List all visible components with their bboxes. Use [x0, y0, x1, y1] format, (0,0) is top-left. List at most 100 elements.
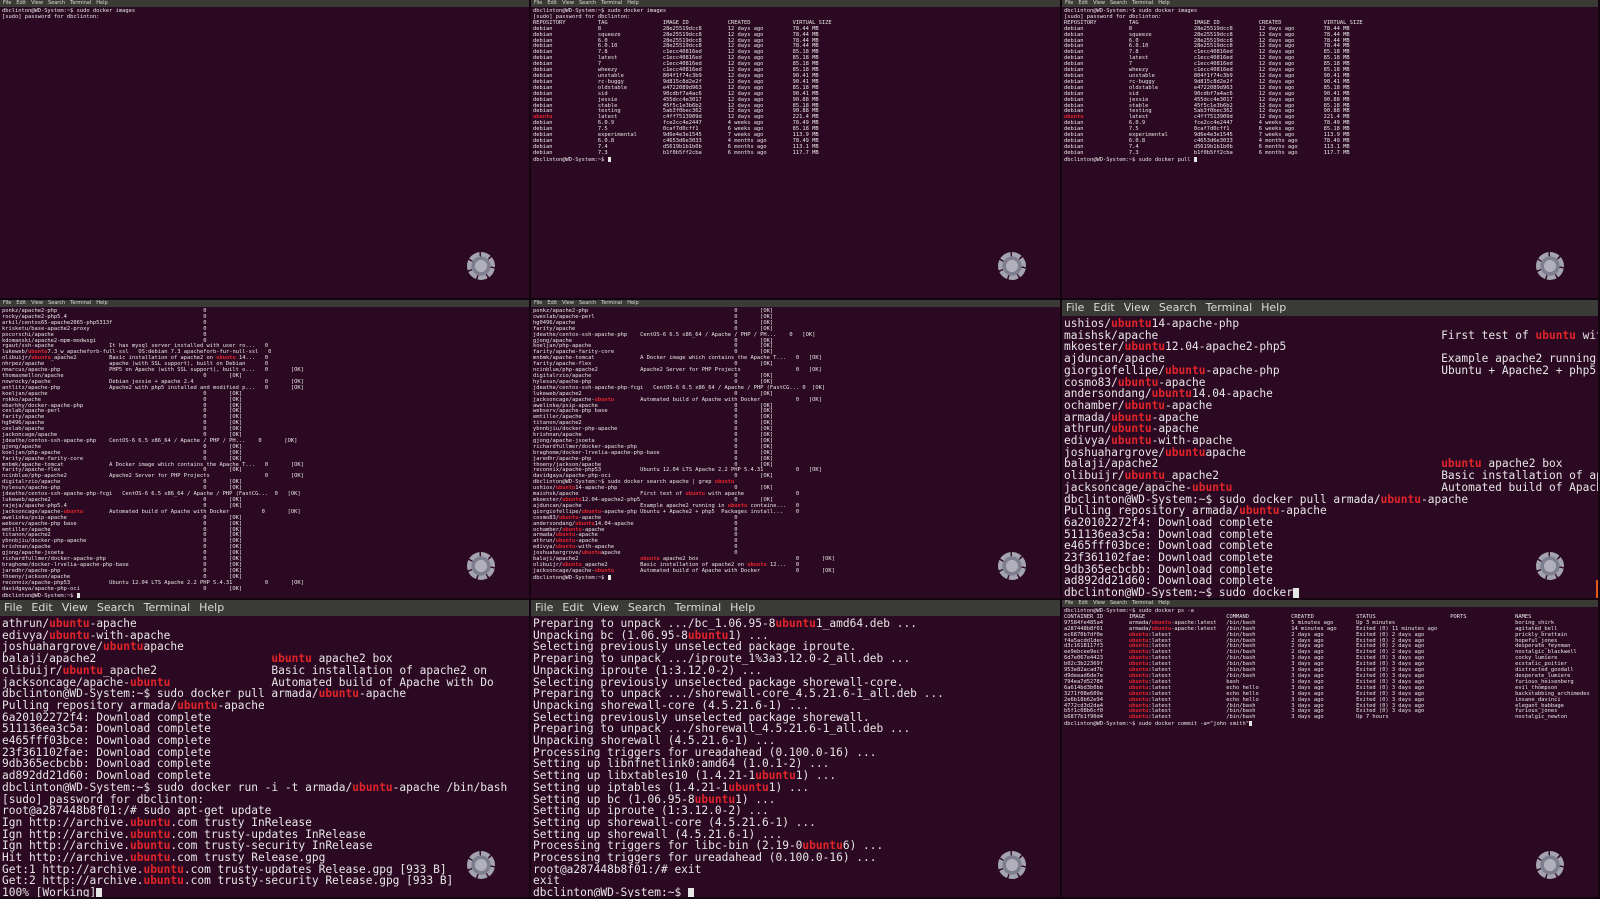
menu-help[interactable]: Help — [199, 600, 224, 616]
menu-file[interactable]: File — [1066, 300, 1084, 316]
menu-file[interactable]: File — [1065, 0, 1073, 7]
terminal-window-5[interactable]: File Edit View Search Terminal Help ponkz/apac… — [531, 300, 1062, 600]
terminal-window-8[interactable]: File Edit View Search Terminal Help Preparing … — [531, 600, 1062, 899]
terminal-window-2[interactable]: File Edit View Search Terminal Help dbclinton@… — [531, 0, 1062, 300]
terminal-output[interactable]: dbclinton@WD-System:~$ sudo docker ps -a… — [1062, 607, 1598, 728]
menu-file[interactable]: File — [534, 0, 542, 7]
ubuntu-flower-logo-icon — [1536, 851, 1564, 879]
menu-help[interactable]: Help — [627, 0, 638, 7]
menu-terminal[interactable]: Terminal — [601, 300, 622, 307]
menu-help[interactable]: Help — [96, 0, 107, 7]
terminal-line: dbclinton@WD-System:~$ — [2, 592, 527, 598]
menu-terminal[interactable]: Terminal — [144, 600, 191, 616]
menu-edit[interactable]: Edit — [547, 0, 557, 7]
terminal-line: 23f361102fae: Download complete — [1064, 551, 1273, 565]
terminal-line: Pulling repository armada/ubuntu-apache — [2, 698, 265, 712]
terminal-output[interactable]: dbclinton@WD-System:~$ sudo docker image… — [0, 7, 529, 21]
menu-file[interactable]: File — [1065, 600, 1073, 607]
menu-edit[interactable]: Edit — [31, 600, 52, 616]
menu-edit[interactable]: Edit — [1078, 600, 1088, 607]
menu-file[interactable]: File — [535, 600, 553, 616]
terminal-output[interactable]: ponkz/apache2-php 0 rocky/apache2-php5.4 … — [0, 307, 529, 598]
menu-terminal[interactable]: Terminal — [1206, 300, 1253, 316]
menu-edit[interactable]: Edit — [1078, 0, 1088, 7]
terminal-line: dbclinton@WD-System:~$ sudo docker — [1064, 587, 1598, 598]
terminal-window-3[interactable]: File Edit View Search Terminal Help dbclinton@… — [1062, 0, 1600, 300]
terminal-window-1[interactable]: File Edit View Search Terminal Help dbclinton@… — [0, 0, 531, 300]
terminal-line: dbclinton@WD-System:~$ sudo docker pull — [1064, 156, 1596, 164]
menu-terminal[interactable]: Terminal — [1132, 600, 1153, 607]
menu-terminal[interactable]: Terminal — [1132, 0, 1153, 7]
menu-help[interactable]: Help — [96, 300, 107, 307]
menu-edit[interactable]: Edit — [547, 300, 557, 307]
menu-view[interactable]: View — [62, 600, 88, 616]
menu-edit[interactable]: Edit — [16, 0, 26, 7]
terminal-line: dbclinton@WD-System:~$ — [533, 156, 1058, 164]
terminal-output[interactable]: Preparing to unpack .../bc_1.06.95-8ubun… — [531, 616, 1060, 897]
terminal-line: ushios/ubuntu14-apache-php — [1064, 317, 1240, 330]
terminal-output[interactable]: ponkz/apache2-php 0 [OK] cweslab/apache-p… — [531, 307, 1060, 582]
menu-search[interactable]: Search — [48, 0, 65, 7]
terminal-line: dbclinton@WD-System:~$ sudo docker commi… — [1064, 721, 1596, 728]
menu-view[interactable]: View — [593, 600, 619, 616]
menu-edit[interactable]: Edit — [562, 600, 583, 616]
terminal-window-7[interactable]: File Edit View Search Terminal Help athrun/ubu… — [0, 600, 531, 899]
terminal-line: Ign http://archive.ubuntu.com trusty InR… — [2, 815, 312, 829]
menu-file[interactable]: File — [3, 0, 11, 7]
ubuntu-flower-logo-icon — [1536, 252, 1564, 280]
text-cursor — [607, 574, 611, 580]
menu-search[interactable]: Search — [97, 600, 135, 616]
terminal-output[interactable]: ushios/ubuntu14-apache-php maishsk/apache… — [1062, 316, 1598, 598]
menu-view[interactable]: View — [562, 300, 574, 307]
terminal-menubar: File Edit View Search Terminal Help — [531, 0, 1060, 7]
menu-view[interactable]: View — [1093, 0, 1105, 7]
menu-help[interactable]: Help — [627, 300, 638, 307]
terminal-output[interactable]: dbclinton@WD-System:~$ sudo docker image… — [1062, 7, 1598, 164]
menu-terminal[interactable]: Terminal — [70, 0, 91, 7]
menu-terminal[interactable]: Terminal — [70, 300, 91, 307]
text-cursor — [1193, 156, 1197, 162]
menu-view[interactable]: View — [31, 300, 43, 307]
menu-edit[interactable]: Edit — [1093, 300, 1114, 316]
terminal-menubar: File Edit View Search Terminal Help — [531, 600, 1060, 616]
menu-view[interactable]: View — [562, 0, 574, 7]
menu-search[interactable]: Search — [579, 0, 596, 7]
menu-file[interactable]: File — [534, 300, 542, 307]
terminal-output[interactable]: athrun/ubuntu-apache edivya/ubuntu-with-a… — [0, 616, 529, 897]
menu-help[interactable]: Help — [1158, 600, 1169, 607]
terminal-window-9[interactable]: File Edit View Search Terminal Help dbclinton@… — [1062, 600, 1600, 899]
terminal-line: Setting up shorewall-core (4.5.21.6-1) .… — [533, 815, 816, 829]
menu-help[interactable]: Help — [730, 600, 755, 616]
menu-search[interactable]: Search — [1159, 300, 1197, 316]
terminal-window-4[interactable]: File Edit View Search Terminal Help ponkz/apac… — [0, 300, 531, 600]
menu-view[interactable]: View — [1124, 300, 1150, 316]
menu-view[interactable]: View — [1093, 600, 1105, 607]
menu-view[interactable]: View — [31, 0, 43, 7]
menu-terminal[interactable]: Terminal — [601, 0, 622, 7]
terminal-output[interactable]: dbclinton@WD-System:~$ sudo docker image… — [531, 7, 1060, 164]
terminal-line: Setting up iptables (1.4.21-1ubuntu1) ..… — [533, 780, 810, 794]
text-cursor — [1249, 721, 1252, 727]
menu-terminal[interactable]: Terminal — [675, 600, 722, 616]
terminal-menubar: File Edit View Search Terminal Help — [0, 300, 529, 307]
menu-search[interactable]: Search — [48, 300, 65, 307]
terminal-grid: File Edit View Search Terminal Help dbclinton@… — [0, 0, 1600, 899]
ubuntu-flower-logo-icon — [1536, 552, 1564, 580]
menu-search[interactable]: Search — [628, 600, 666, 616]
menu-file[interactable]: File — [3, 300, 11, 307]
terminal-line: 100% [Working] — [2, 887, 529, 897]
menu-edit[interactable]: Edit — [16, 300, 26, 307]
terminal-line: olibuijr/ubuntu_apache2 Basic installati… — [2, 663, 487, 677]
menu-help[interactable]: Help — [1261, 300, 1286, 316]
window-resize-handle[interactable] — [1596, 580, 1598, 598]
menu-search[interactable]: Search — [579, 300, 596, 307]
menu-search[interactable]: Search — [1110, 0, 1127, 7]
menu-file[interactable]: File — [4, 600, 22, 616]
terminal-window-6[interactable]: File Edit View Search Terminal Help ushios/ubu… — [1062, 300, 1600, 600]
terminal-line: dbclinton@WD-System:~$ — [533, 574, 1058, 582]
ubuntu-flower-logo-icon — [467, 552, 495, 580]
menu-search[interactable]: Search — [1110, 600, 1127, 607]
terminal-line: [sudo] password for dbclinton: — [2, 13, 100, 20]
terminal-menubar: File Edit View Search Terminal Help — [531, 300, 1060, 307]
menu-help[interactable]: Help — [1158, 0, 1169, 7]
